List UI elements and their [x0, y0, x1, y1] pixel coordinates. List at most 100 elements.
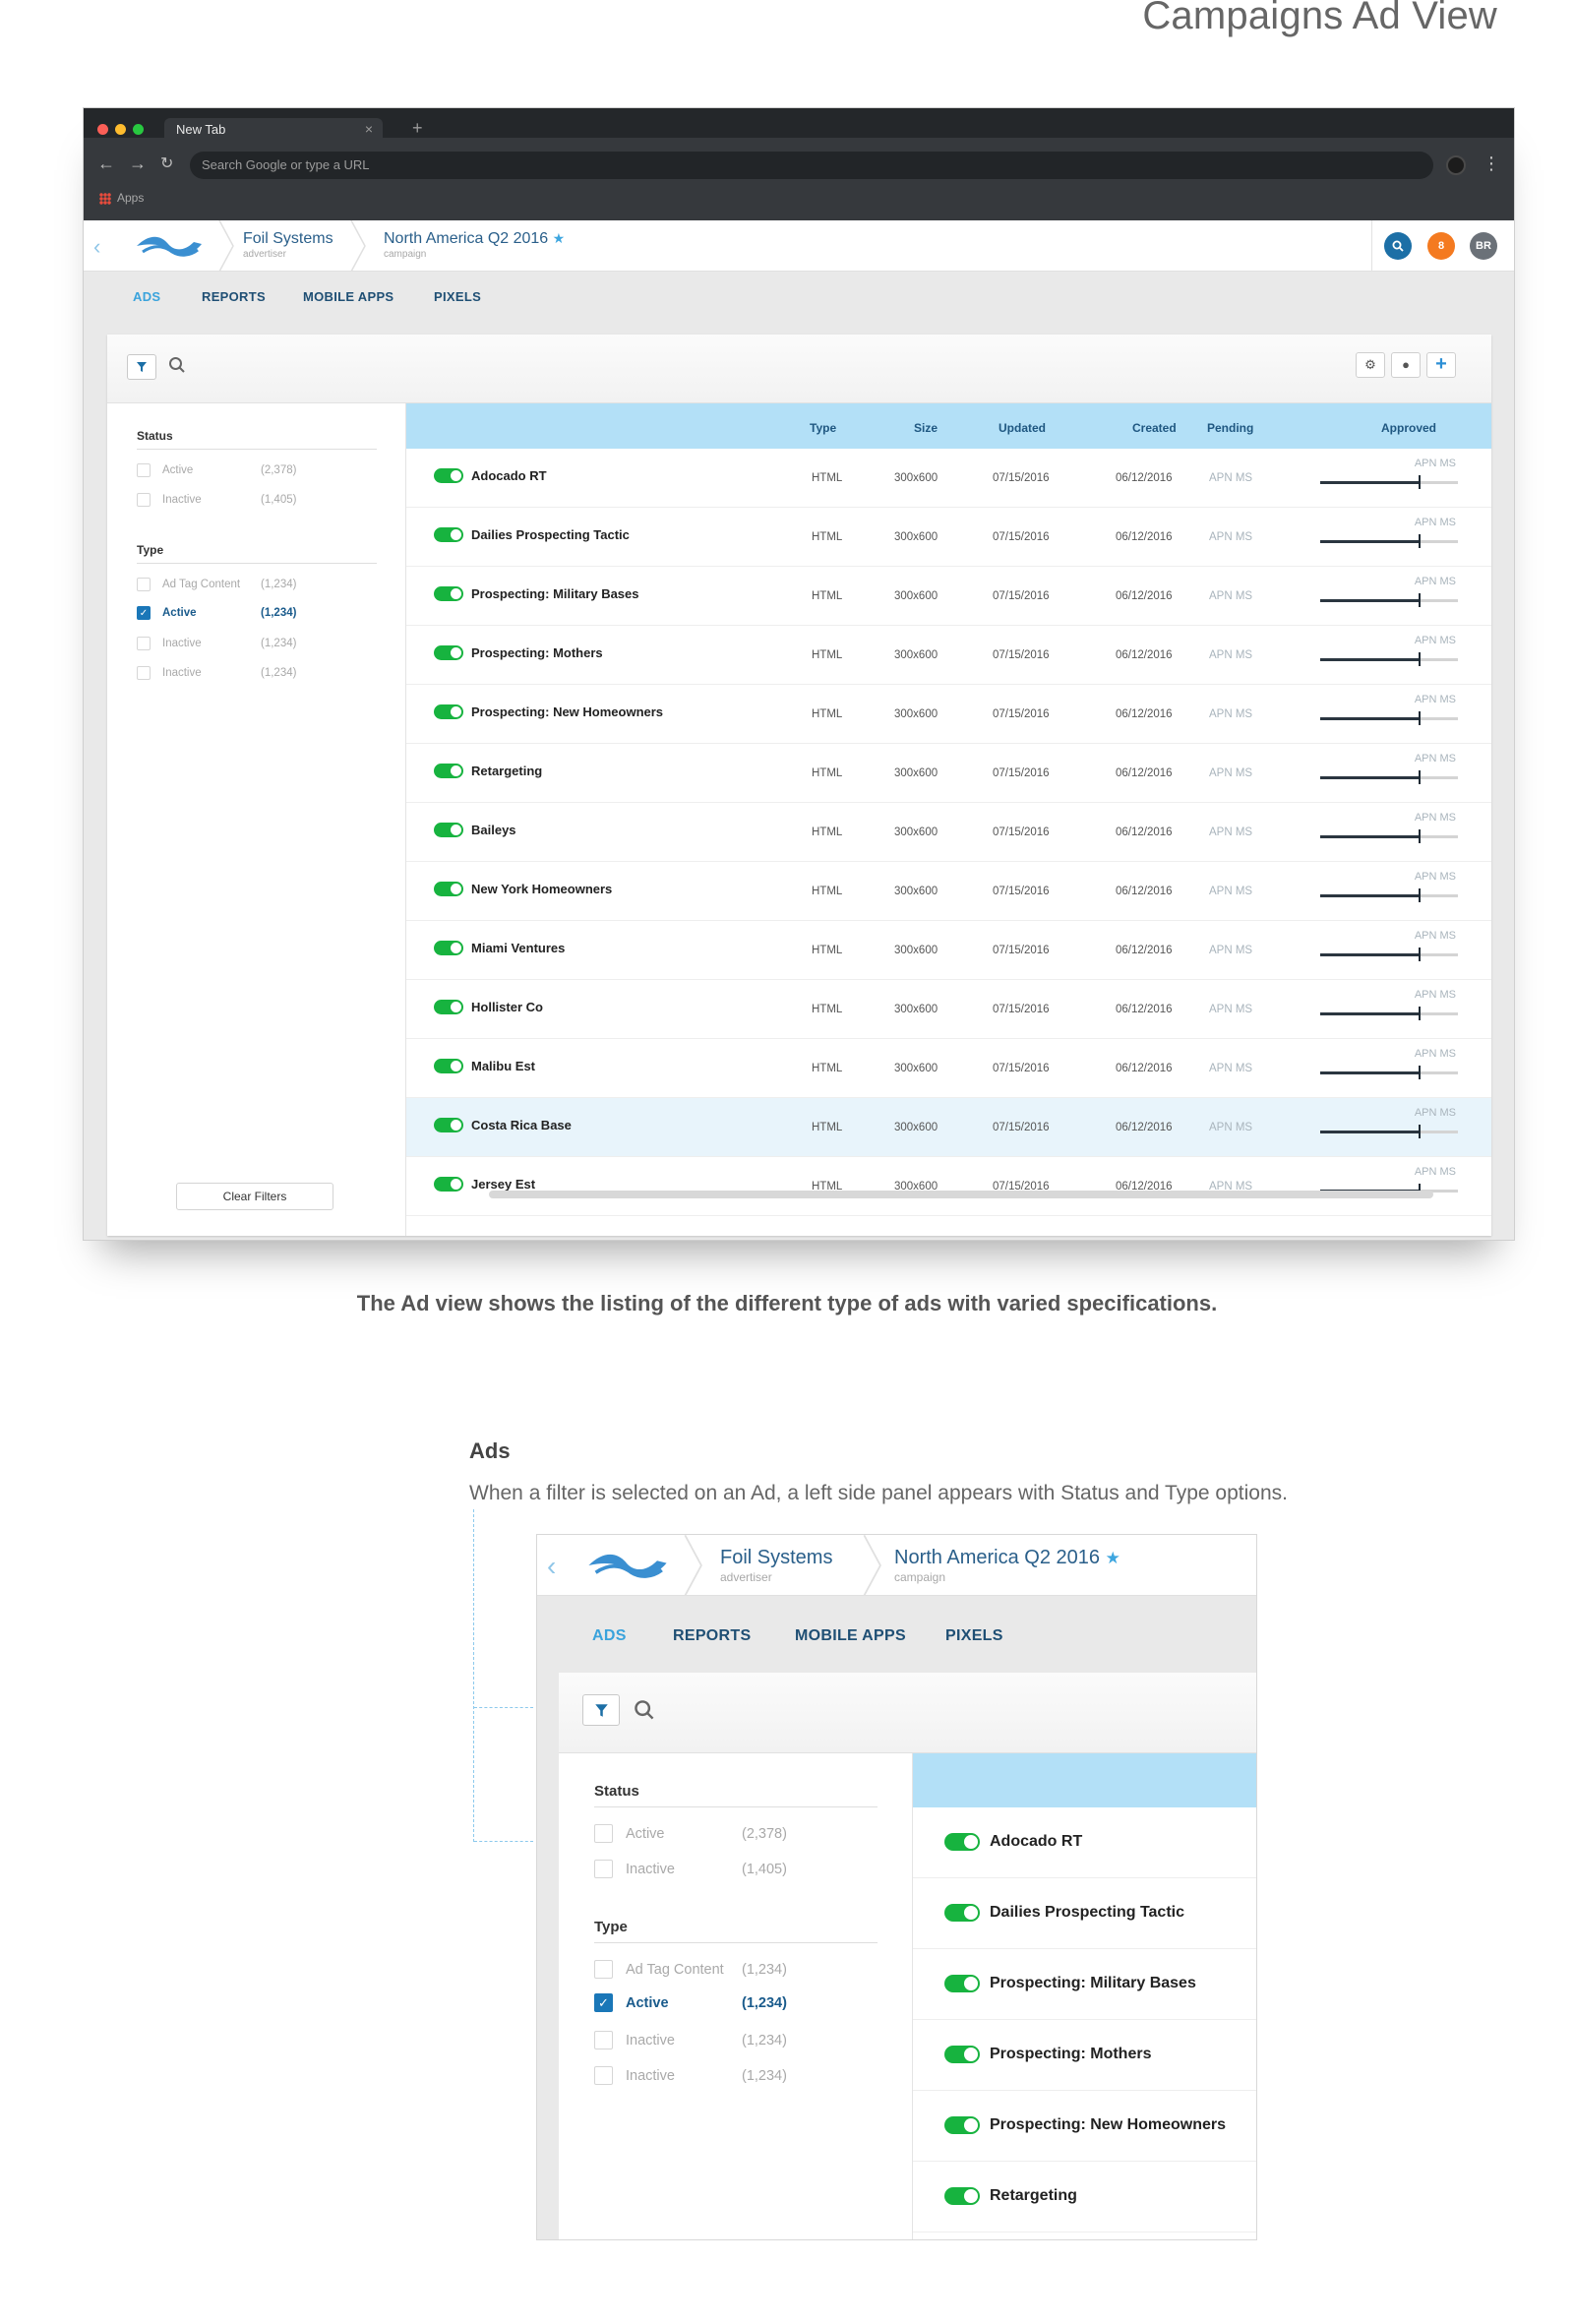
- tab-reports[interactable]: REPORTS: [202, 289, 266, 304]
- breadcrumb-advertiser[interactable]: Foil Systems advertiser: [243, 230, 333, 260]
- table-row[interactable]: Prospecting: New Homeowners: [913, 2091, 1256, 2162]
- ad-name[interactable]: Adocado RT: [471, 468, 547, 483]
- table-row[interactable]: Retargeting: [913, 2162, 1256, 2232]
- approval-slider[interactable]: [1320, 534, 1458, 548]
- checkbox[interactable]: [594, 1824, 613, 1843]
- checkbox[interactable]: [137, 493, 151, 507]
- status-toggle[interactable]: [434, 1177, 463, 1192]
- status-toggle[interactable]: [944, 1975, 980, 1992]
- ad-name[interactable]: Costa Rica Base: [471, 1118, 572, 1132]
- status-toggle[interactable]: [944, 1833, 980, 1851]
- tab-ads[interactable]: ADS: [133, 289, 160, 304]
- breadcrumb-campaign[interactable]: North America Q2 2016 ★ campaign: [384, 230, 565, 260]
- approval-slider[interactable]: [1320, 711, 1458, 725]
- approval-slider-handle[interactable]: [1418, 770, 1421, 784]
- horizontal-scrollbar[interactable]: [489, 1191, 1433, 1198]
- approval-slider-handle[interactable]: [1418, 534, 1421, 548]
- ad-name[interactable]: Baileys: [471, 823, 516, 837]
- checkbox-checked[interactable]: ✓: [594, 1993, 613, 2012]
- checkbox[interactable]: [137, 666, 151, 680]
- status-toggle[interactable]: [434, 527, 463, 542]
- tab-pixels[interactable]: PIXELS: [434, 289, 481, 304]
- status-toggle[interactable]: [434, 823, 463, 837]
- table-row[interactable]: Prospecting: Mothers HTML 300x600 07/15/201…: [406, 626, 1491, 685]
- approval-slider-handle[interactable]: [1418, 1125, 1421, 1138]
- add-ad-button[interactable]: +: [1426, 352, 1456, 378]
- table-row[interactable]: New York Homeowners HTML 300x600 07/15/2016…: [406, 862, 1491, 921]
- approval-slider-handle[interactable]: [1418, 475, 1421, 489]
- profile-avatar[interactable]: [1446, 155, 1466, 175]
- approval-slider-handle[interactable]: [1418, 593, 1421, 607]
- bookmark-apps[interactable]: Apps: [117, 191, 144, 205]
- table-row[interactable]: Prospecting: Mothers: [913, 2020, 1256, 2091]
- approval-slider-handle[interactable]: [1418, 652, 1421, 666]
- ad-name[interactable]: Miami Ventures: [471, 941, 565, 955]
- favorite-star-icon[interactable]: ★: [553, 230, 566, 246]
- approval-slider-handle[interactable]: [1418, 1007, 1421, 1020]
- tab-pixels[interactable]: PIXELS: [945, 1627, 1003, 1645]
- table-row[interactable]: Baileys HTML 300x600 07/15/2016 06/12/2016 AP…: [406, 803, 1491, 862]
- ad-name[interactable]: Prospecting: Mothers: [990, 2046, 1151, 2063]
- ad-name[interactable]: Prospecting: Mothers: [471, 645, 603, 660]
- breadcrumb-advertiser[interactable]: Foil Systems advertiser: [720, 1547, 832, 1584]
- checkbox[interactable]: [594, 2066, 613, 2085]
- close-window-dot[interactable]: [97, 124, 108, 135]
- settings-button[interactable]: ⚙: [1356, 352, 1385, 378]
- approval-slider[interactable]: [1320, 652, 1458, 666]
- status-toggle[interactable]: [434, 1059, 463, 1073]
- status-toggle[interactable]: [944, 2116, 980, 2134]
- back-arrow-icon[interactable]: ←: [97, 153, 115, 174]
- ad-name[interactable]: Jersey Est: [471, 1177, 535, 1192]
- tab-mobile-apps[interactable]: MOBILE APPS: [303, 289, 394, 304]
- status-toggle[interactable]: [434, 941, 463, 955]
- tab-mobile-apps[interactable]: MOBILE APPS: [795, 1627, 906, 1645]
- ad-name[interactable]: Dailies Prospecting Tactic: [471, 527, 630, 542]
- approval-slider[interactable]: [1320, 829, 1458, 843]
- notifications-badge[interactable]: 8: [1427, 232, 1455, 260]
- table-row[interactable]: Prospecting: New Homeowners HTML 300x600 07…: [406, 685, 1491, 744]
- table-row[interactable]: Prospecting: Military Bases: [913, 1949, 1256, 2020]
- ad-name[interactable]: Prospecting: Military Bases: [471, 586, 639, 601]
- table-row[interactable]: Hollister Co HTML 300x600 07/15/2016 06/12/2…: [406, 980, 1491, 1039]
- status-toggle[interactable]: [434, 1000, 463, 1014]
- reload-icon[interactable]: ↻: [160, 153, 173, 173]
- ad-name[interactable]: Retargeting: [471, 764, 542, 778]
- column-header-pending[interactable]: Pending: [1207, 421, 1253, 435]
- search-icon[interactable]: [168, 356, 186, 374]
- checkbox-checked[interactable]: ✓: [137, 606, 151, 620]
- approval-slider[interactable]: [1320, 948, 1458, 961]
- status-toggle[interactable]: [434, 645, 463, 660]
- approval-slider[interactable]: [1320, 888, 1458, 902]
- approval-slider-handle[interactable]: [1418, 1066, 1421, 1079]
- ad-name[interactable]: Malibu Est: [471, 1059, 535, 1073]
- status-toggle[interactable]: [434, 704, 463, 719]
- status-toggle[interactable]: [434, 468, 463, 483]
- table-row[interactable]: Adocado RT: [913, 1807, 1256, 1878]
- column-header-updated[interactable]: Updated: [999, 421, 1046, 435]
- status-toggle[interactable]: [434, 764, 463, 778]
- checkbox[interactable]: [137, 637, 151, 650]
- back-chevron-icon[interactable]: ‹: [93, 234, 100, 260]
- approval-slider[interactable]: [1320, 593, 1458, 607]
- ad-name[interactable]: Adocado RT: [990, 1833, 1082, 1851]
- table-row[interactable]: Malibu Est HTML 300x600 07/15/2016 06/12/201…: [406, 1039, 1491, 1098]
- browser-menu-icon[interactable]: ⋮: [1483, 153, 1500, 174]
- global-search-button[interactable]: [1384, 232, 1412, 260]
- favorite-star-icon[interactable]: ★: [1106, 1549, 1120, 1567]
- approval-slider-handle[interactable]: [1418, 711, 1421, 725]
- column-header-created[interactable]: Created: [1132, 421, 1177, 435]
- back-chevron-icon[interactable]: ‹: [547, 1551, 556, 1582]
- new-tab-icon[interactable]: +: [412, 118, 423, 139]
- apps-grid-icon[interactable]: [99, 192, 111, 205]
- approval-slider[interactable]: [1320, 1066, 1458, 1079]
- clear-filters-button[interactable]: Clear Filters: [176, 1183, 333, 1210]
- column-header-approved[interactable]: Approved: [1381, 421, 1436, 435]
- forward-arrow-icon[interactable]: →: [129, 153, 147, 174]
- column-header-type[interactable]: Type: [810, 421, 836, 435]
- table-row[interactable]: Adocado RT HTML 300x600 07/15/2016 06/12/201…: [406, 449, 1491, 508]
- approval-slider-handle[interactable]: [1418, 829, 1421, 843]
- minimize-window-dot[interactable]: [115, 124, 126, 135]
- table-row[interactable]: Dailies Prospecting Tactic: [913, 1878, 1256, 1949]
- status-toggle[interactable]: [944, 2187, 980, 2205]
- table-row[interactable]: Prospecting: Military Bases HTML 300x600 07…: [406, 567, 1491, 626]
